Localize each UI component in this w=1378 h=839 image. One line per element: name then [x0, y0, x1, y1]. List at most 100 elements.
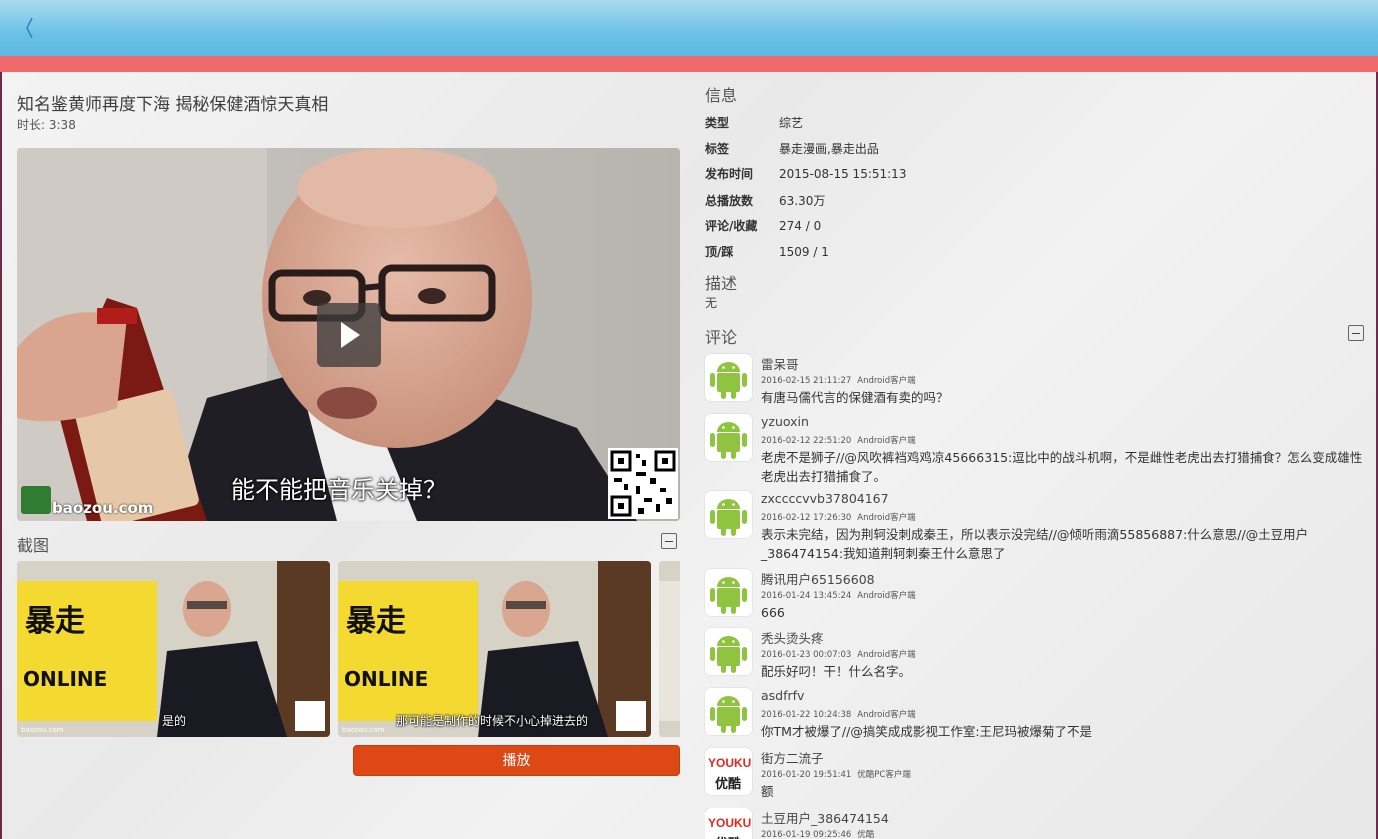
- comments-collapse-button[interactable]: [1348, 325, 1364, 341]
- comment-time: 2016-01-19 09:25:46: [761, 830, 852, 839]
- comment-client: 优酷: [857, 830, 875, 839]
- play-overlay-button[interactable]: [317, 303, 381, 367]
- comment-user[interactable]: yzuoxin: [761, 414, 809, 429]
- video-duration: 时长: 3:38: [17, 116, 76, 133]
- comment-meta: 2016-01-23 00:07:03 Android客户端: [761, 648, 922, 660]
- android-icon: [705, 354, 752, 401]
- svg-text:暴走: 暴走: [25, 604, 85, 639]
- comment-item: 腾讯用户65156608 2016-01-24 13:45:24 Android客…: [705, 569, 1365, 627]
- android-icon: [705, 569, 752, 616]
- comment-text: 表示未完结，因为荆轲没刺成秦王，所以表示没完结//@倾听雨滴55856887:什…: [761, 527, 1309, 561]
- comment-item: yzuoxin 2016-02-12 22:51:20 Android客户端 老虎…: [705, 414, 1365, 489]
- comment-client: Android客户端: [857, 650, 916, 660]
- qr-code: [608, 448, 678, 519]
- comments-heading: 评论: [705, 328, 738, 347]
- comment-meta: 2016-02-12 17:26:30 Android客户端: [761, 511, 922, 523]
- info-value: 2015-08-15 15:51:13: [779, 167, 907, 181]
- comment-text: 你TM才被爆了//@搞笑成成影视工作室:王尼玛被爆菊了不是: [761, 724, 1093, 739]
- video-title: 知名鉴黄师再度下海 揭秘保健酒惊天真相: [17, 95, 329, 115]
- back-button[interactable]: [18, 14, 46, 42]
- info-row-tags: 标签 暴走漫画,暴走出品: [705, 140, 879, 157]
- youku-logo-text: YOUKU: [708, 816, 752, 830]
- android-icon: [705, 628, 752, 675]
- comment-item: 雷呆哥 2016-02-15 21:11:27 Android客户端 有唐马儒代言…: [705, 354, 1365, 412]
- youku-logo-cn: 优酷: [715, 833, 741, 839]
- video-subtitle: 能不能把音乐关掉？: [231, 476, 447, 504]
- screenshot-strip[interactable]: 暴走 ONLINE 是的 baozou.com 暴走 ONLINE 那可能是制作…: [17, 561, 680, 737]
- info-value: 1509 / 1: [779, 245, 829, 259]
- screenshot-thumbnail[interactable]: [659, 561, 680, 737]
- svg-text:ONLINE: ONLINE: [23, 667, 107, 691]
- info-key: 顶/踩: [705, 245, 734, 259]
- comment-time: 2016-02-12 22:51:20: [761, 436, 852, 446]
- screenshot-caption: 是的: [162, 714, 187, 728]
- header-bar: [0, 0, 1378, 56]
- chevron-left-icon: [26, 17, 33, 39]
- info-row-comments-favorites: 评论/收藏 274 / 0: [705, 217, 821, 234]
- comment-time: 2016-01-20 19:51:41: [761, 770, 852, 780]
- info-value: 综艺: [779, 116, 804, 130]
- screenshots-collapse-button[interactable]: [661, 533, 677, 549]
- window-border-left: [0, 0, 2, 839]
- comment-meta: 2016-02-12 22:51:20 Android客户端: [761, 434, 922, 446]
- screenshot-caption: 那可能是制作的时候不小心掉进去的: [396, 714, 589, 728]
- screenshot-watermark: baozou.com: [21, 726, 64, 734]
- baozou-logo: [21, 486, 51, 514]
- comment-item: 秃头烫头疼 2016-01-23 00:07:03 Android客户端 配乐好叼…: [705, 628, 1365, 686]
- comment-time: 2016-02-15 21:11:27: [761, 376, 852, 386]
- comment-client: Android客户端: [857, 513, 916, 523]
- youku-logo-cn: 优酷: [715, 777, 742, 792]
- youku-icon: YOUKU 优酷: [705, 808, 752, 839]
- comment-client: Android客户端: [857, 591, 916, 601]
- video-watermark: baozou.com: [52, 499, 154, 517]
- comment-text: 666: [761, 605, 785, 620]
- comment-user[interactable]: 雷呆哥: [761, 354, 799, 373]
- screenshot-watermark: baozou.com: [342, 726, 385, 734]
- video-player[interactable]: baozou.com 能不能把音乐关掉？: [17, 148, 680, 521]
- info-heading: 信息: [705, 86, 738, 105]
- info-row-votes: 顶/踩 1509 / 1: [705, 243, 829, 260]
- comment-user[interactable]: 街方二流子: [761, 748, 824, 767]
- play-icon: [341, 322, 360, 348]
- comment-meta: 2016-01-22 10:24:38 Android客户端: [761, 708, 922, 720]
- info-key: 类型: [705, 116, 730, 130]
- youku-icon: YOUKU 优酷: [705, 748, 752, 795]
- comment-item: asdfrfv 2016-01-22 10:24:38 Android客户端 你T…: [705, 688, 1365, 746]
- info-value: 274 / 0: [779, 219, 822, 233]
- comment-user[interactable]: zxccccvvb37804167: [761, 491, 889, 506]
- description-heading: 描述: [705, 274, 738, 293]
- screenshot-thumbnail[interactable]: 暴走 ONLINE 是的 baozou.com: [17, 561, 330, 737]
- comment-user[interactable]: asdfrfv: [761, 688, 804, 703]
- info-key: 发布时间: [705, 167, 754, 181]
- comment-text: 有唐马儒代言的保健酒有卖的吗？: [761, 390, 949, 405]
- comment-client: Android客户端: [857, 436, 916, 446]
- youku-logo-text: YOUKU: [708, 756, 752, 770]
- play-button[interactable]: 播放: [353, 745, 680, 776]
- info-key: 总播放数: [705, 194, 754, 208]
- accent-bar: [0, 56, 1378, 72]
- comment-item: YOUKU 优酷 街方二流子 2016-01-20 19:51:41 优酷PC客户…: [705, 748, 1365, 806]
- comment-time: 2016-02-12 17:26:30: [761, 513, 852, 523]
- comment-time: 2016-01-23 00:07:03: [761, 650, 852, 660]
- comment-client: 优酷PC客户端: [857, 770, 911, 780]
- comment-text: 老虎不是狮子//@风吹裤裆鸡鸡凉45666315:逗比中的战斗机啊，不是雌性老虎…: [761, 450, 1363, 484]
- comment-user[interactable]: 秃头烫头疼: [761, 628, 824, 647]
- android-icon: [705, 414, 752, 461]
- info-row-published: 发布时间 2015-08-15 15:51:13: [705, 165, 906, 182]
- info-key: 标签: [705, 142, 730, 156]
- duration-value: 3:38: [48, 118, 76, 132]
- android-icon: [705, 688, 752, 735]
- comment-item: zxccccvvb37804167 2016-02-12 17:26:30 And…: [705, 491, 1365, 566]
- screenshot-thumbnail[interactable]: 暴走 ONLINE 那可能是制作的时候不小心掉进去的 baozou.com: [338, 561, 651, 737]
- comment-meta: 2016-02-15 21:11:27 Android客户端: [761, 374, 922, 386]
- info-value: 63.30万: [779, 194, 826, 208]
- info-key: 评论/收藏: [705, 219, 758, 233]
- comment-user[interactable]: 土豆用户_386474154: [761, 808, 889, 827]
- comment-text: 额: [761, 784, 774, 799]
- comment-time: 2016-01-22 10:24:38: [761, 710, 852, 720]
- description-text: 无: [705, 296, 718, 310]
- info-value: 暴走漫画,暴走出品: [779, 142, 879, 156]
- comment-user[interactable]: 腾讯用户65156608: [761, 569, 875, 588]
- info-row-plays: 总播放数 63.30万: [705, 192, 825, 209]
- svg-text:ONLINE: ONLINE: [344, 667, 428, 691]
